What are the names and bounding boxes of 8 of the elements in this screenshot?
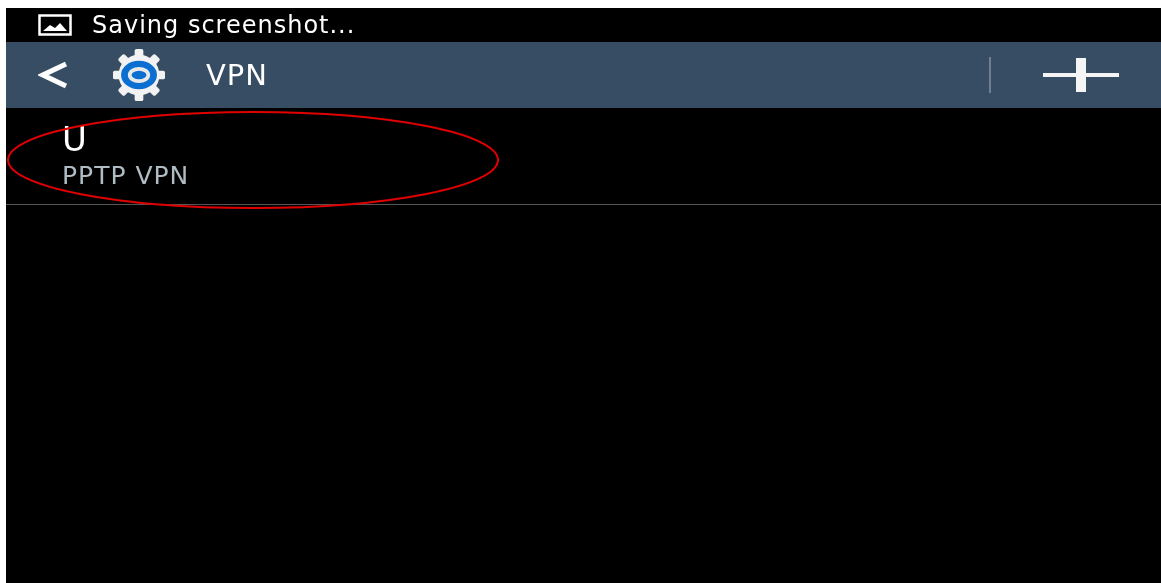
back-icon[interactable] [38,61,70,89]
image-icon [38,14,72,36]
notification-text: Saving screenshot... [92,11,356,39]
screen-title: VPN [206,58,269,92]
vpn-name: U [62,119,87,159]
add-icon[interactable] [1043,58,1119,92]
vpn-list-item[interactable]: U PPTP VPN [6,108,1161,205]
vpn-type: PPTP VPN [62,160,190,192]
